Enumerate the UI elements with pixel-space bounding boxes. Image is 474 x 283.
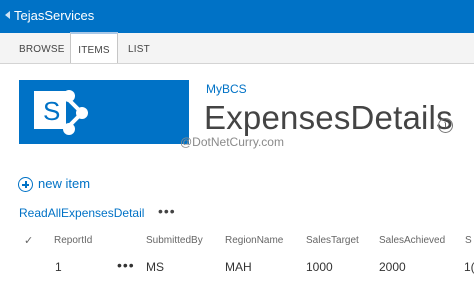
tab-browse[interactable]: BROWSE bbox=[19, 33, 65, 63]
svg-text:S: S bbox=[43, 96, 60, 126]
cell-reportid: 1 bbox=[55, 260, 62, 274]
site-logo[interactable]: S bbox=[19, 80, 189, 144]
cell-salestarget: 1000 bbox=[306, 260, 333, 274]
column-header-reportid[interactable]: ReportId bbox=[54, 235, 92, 246]
info-icon[interactable]: i bbox=[438, 118, 453, 133]
column-header-salesachieved[interactable]: SalesAchieved bbox=[379, 235, 445, 246]
row-more-button[interactable]: ••• bbox=[117, 257, 135, 273]
suite-bar: TejasServices bbox=[0, 0, 474, 33]
watermark: @DotNetCurry.com bbox=[180, 135, 284, 149]
plus-circle-icon bbox=[18, 177, 33, 192]
chevron-left-icon[interactable] bbox=[5, 11, 10, 19]
tab-list[interactable]: LIST bbox=[128, 33, 150, 63]
cell-submittedby: MS bbox=[146, 260, 164, 274]
page-title: ExpensesDetails bbox=[204, 99, 453, 136]
select-all-check-icon[interactable]: ✓ bbox=[24, 234, 33, 247]
column-header-truncated[interactable]: S bbox=[465, 235, 472, 246]
breadcrumb-site-link[interactable]: MyBCS bbox=[206, 82, 247, 96]
column-header-salestarget[interactable]: SalesTarget bbox=[306, 235, 359, 246]
cell-truncated: 1( bbox=[464, 260, 474, 274]
cell-regionname: MAH bbox=[225, 260, 252, 274]
ribbon-tabs: BROWSE ITEMS LIST bbox=[0, 32, 474, 64]
view-more-button[interactable]: ••• bbox=[158, 203, 176, 219]
site-title[interactable]: TejasServices bbox=[14, 8, 94, 23]
column-header-submittedby[interactable]: SubmittedBy bbox=[146, 235, 203, 246]
new-item-label: new item bbox=[38, 176, 91, 191]
sharepoint-logo-icon: S bbox=[34, 90, 88, 135]
cell-salesachieved: 2000 bbox=[379, 260, 406, 274]
tab-items[interactable]: ITEMS bbox=[70, 32, 118, 63]
view-selector[interactable]: ReadAllExpensesDetail bbox=[19, 206, 144, 220]
column-header-regionname[interactable]: RegionName bbox=[225, 235, 283, 246]
